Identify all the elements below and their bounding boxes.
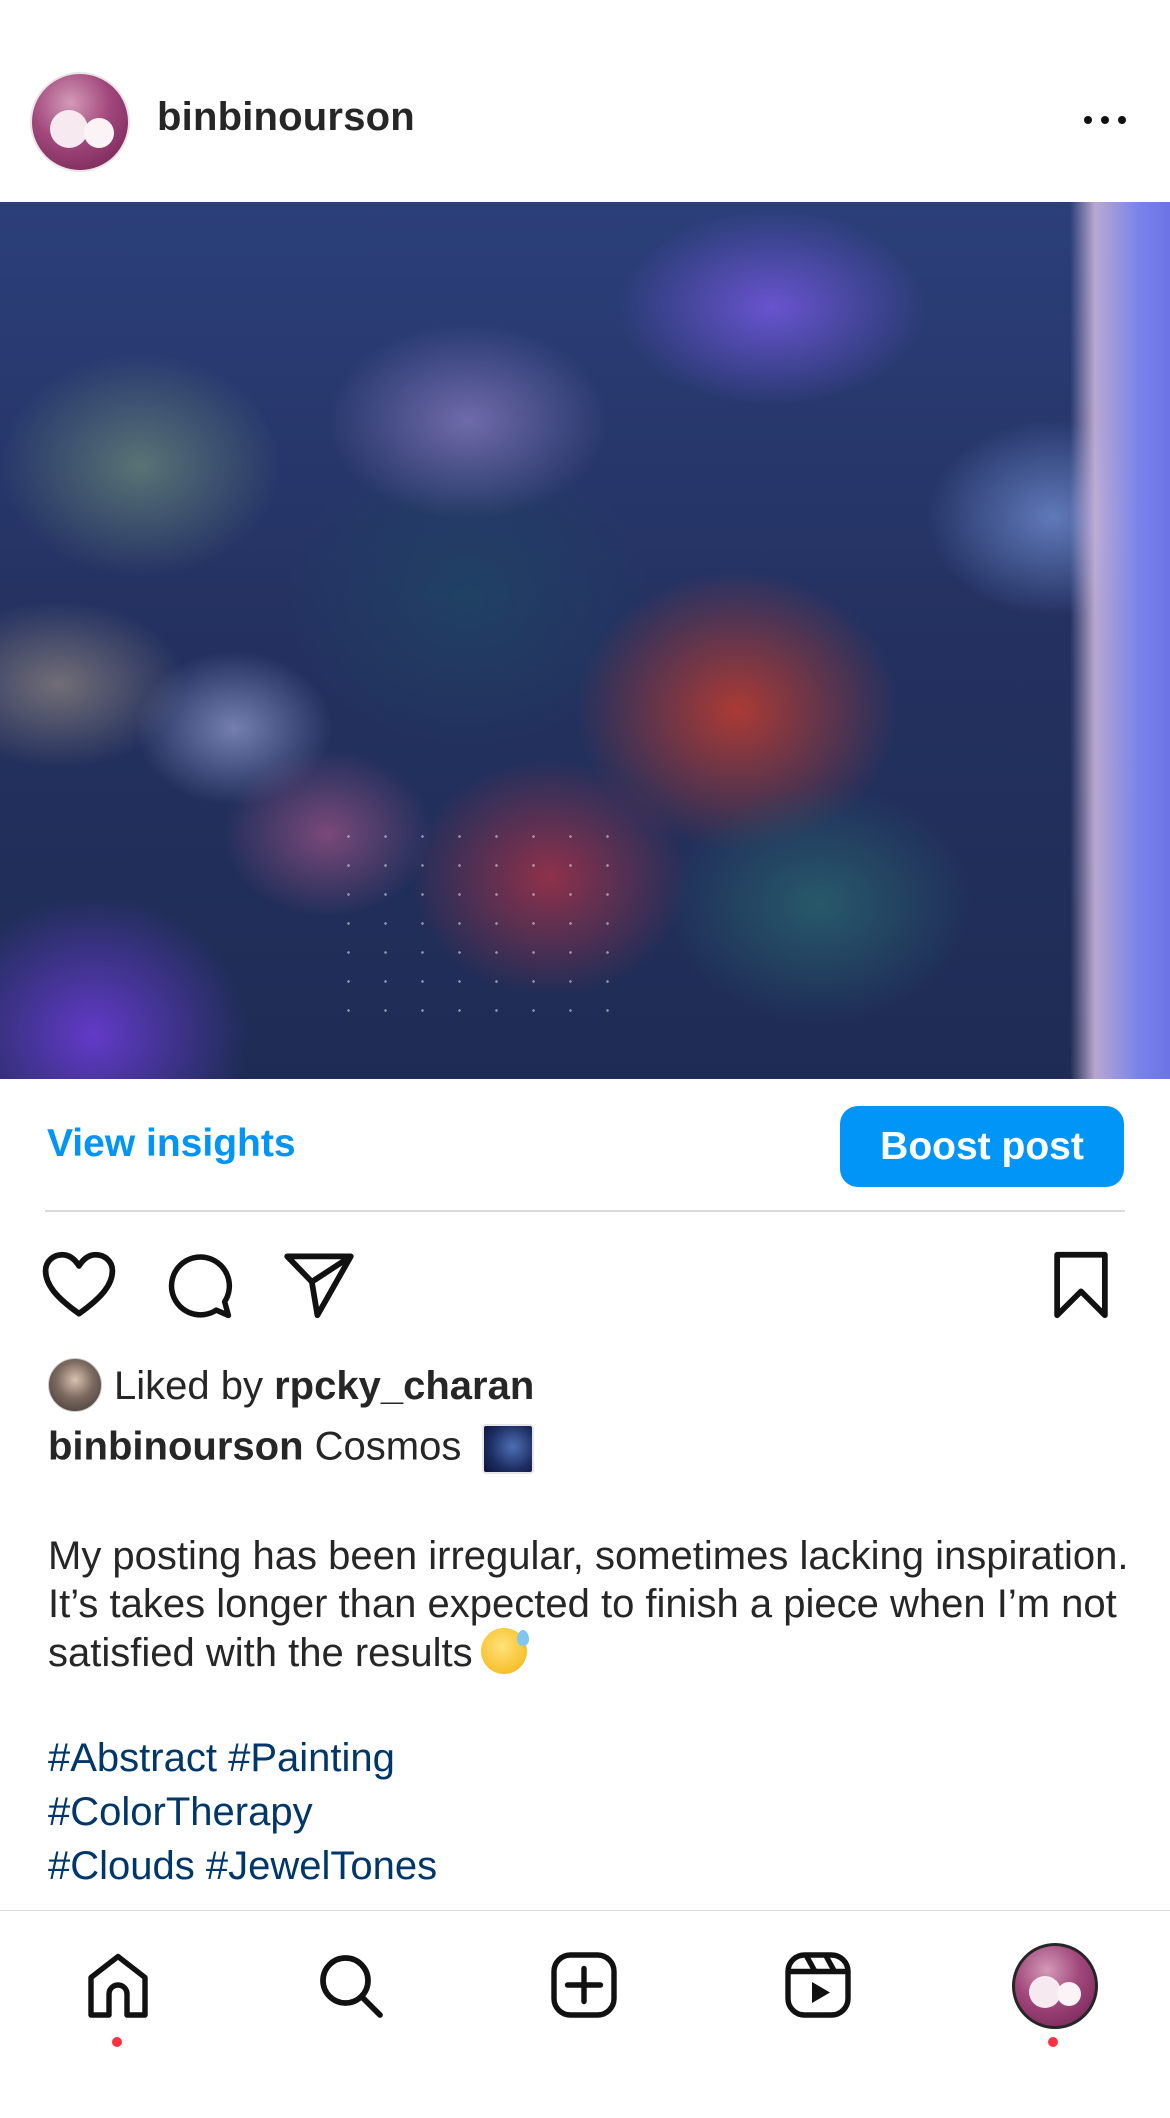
post-header: binbinourson [0,50,1170,190]
hashtag-line[interactable]: #ColorTherapy [48,1790,313,1835]
caption-title: Cosmos [314,1424,462,1469]
caption-username[interactable]: binbinourson [48,1425,304,1469]
liked-by-text[interactable]: Liked by rpcky_charan [114,1364,534,1409]
boost-post-button[interactable]: Boost post [840,1106,1124,1187]
heart-icon[interactable] [40,1250,118,1320]
home-icon[interactable] [82,1949,154,2021]
more-options-icon[interactable] [1070,105,1140,135]
comment-bubble-icon[interactable] [162,1250,234,1320]
bottom-nav [0,1911,1170,2118]
profile-avatar[interactable] [1012,1943,1098,2029]
divider [45,1210,1125,1212]
liked-by-username[interactable]: rpcky_charan [274,1364,534,1408]
grinning-sweat-emoji-icon [480,1628,529,1674]
liker-avatar[interactable] [48,1358,102,1412]
hashtag-line[interactable]: #Abstract #Painting [48,1736,395,1781]
bookmark-icon[interactable] [1050,1250,1112,1320]
profile-notification-dot [1048,2037,1058,2047]
home-notification-dot [112,2037,122,2047]
caption-text: My posting has been irregular, sometimes… [48,1534,1129,1675]
caption-header: binbinourson Cosmos [48,1424,535,1474]
reels-icon[interactable] [782,1949,854,2021]
create-icon[interactable] [548,1949,620,2021]
liked-by-prefix: Liked by [114,1364,275,1408]
post-username[interactable]: binbinourson [157,95,415,140]
search-icon[interactable] [314,1949,386,2021]
post-image[interactable] [0,202,1170,1079]
hashtag-line[interactable]: #Clouds #JewelTones [48,1844,437,1889]
milky-way-emoji-icon [482,1424,535,1474]
caption-body: My posting has been irregular, sometimes… [48,1532,1138,1677]
view-insights-link[interactable]: View insights [47,1122,296,1166]
paper-plane-icon[interactable] [282,1250,356,1320]
user-avatar[interactable] [30,72,130,172]
